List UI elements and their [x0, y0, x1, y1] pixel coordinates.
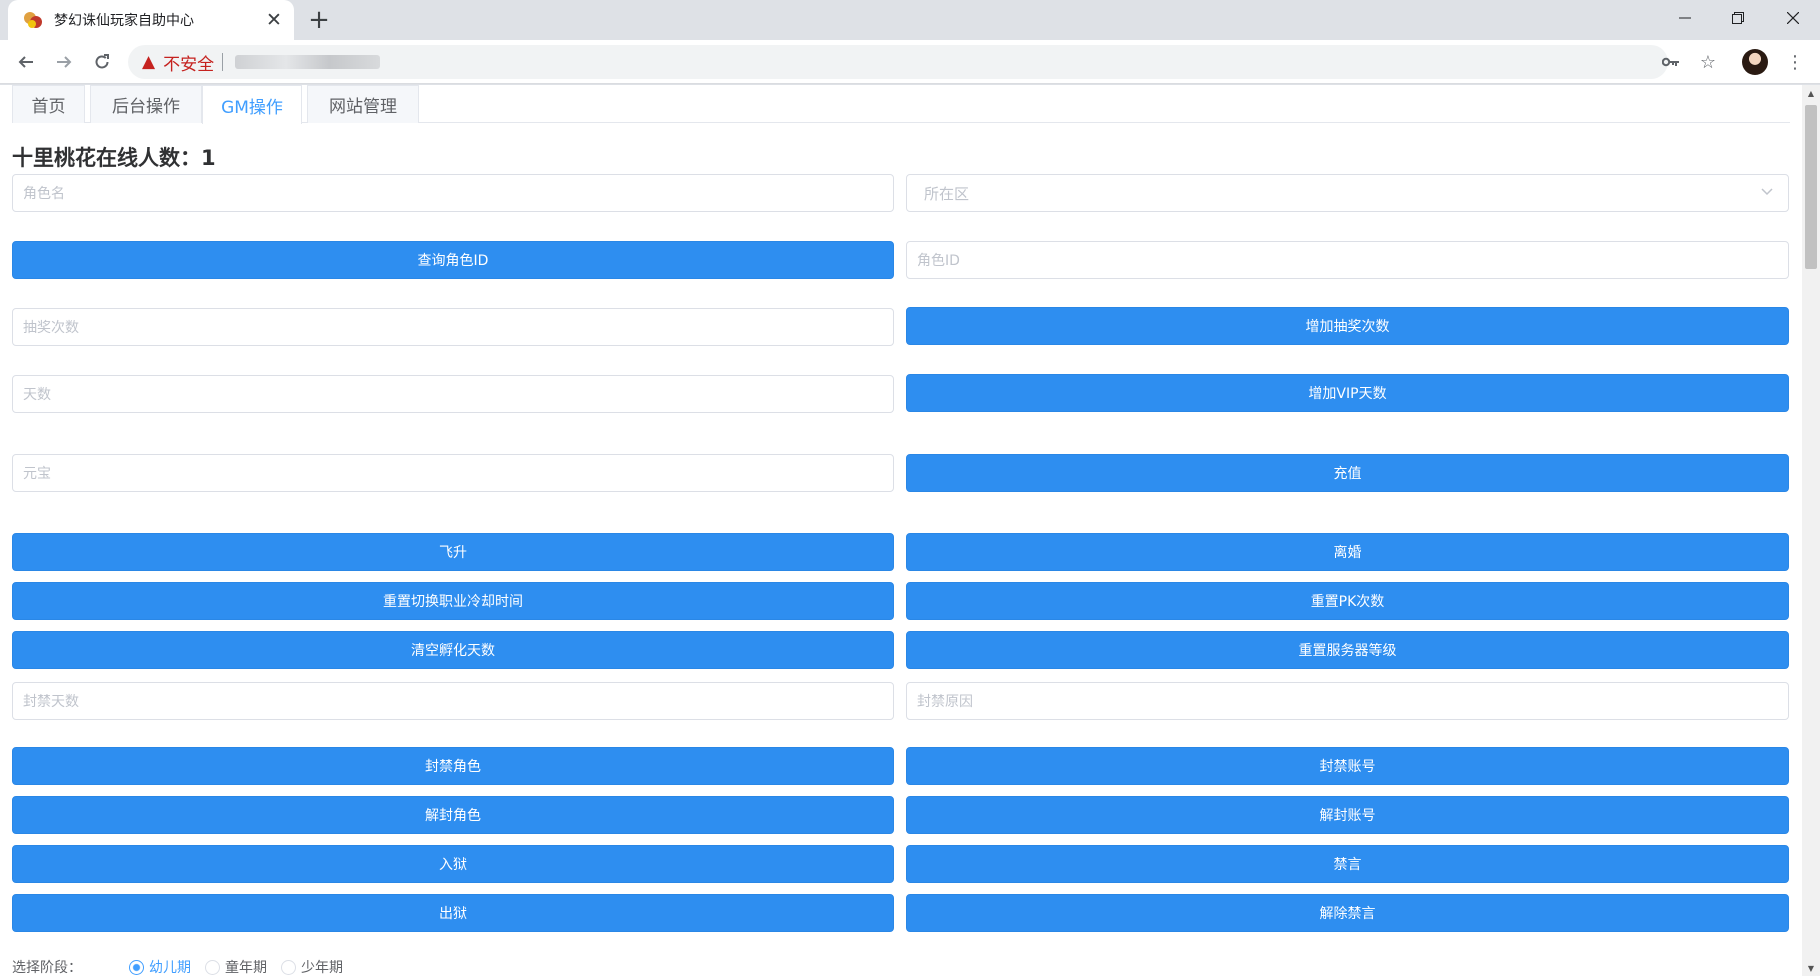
blurred-url: [235, 55, 381, 69]
page-content: 首页 后台操作 GM操作 网站管理 十里桃花在线人数：1 角色名 所在区 查询角…: [0, 85, 1802, 976]
ascend-button[interactable]: 飞升: [12, 533, 894, 571]
radio-checked-icon[interactable]: [129, 959, 144, 975]
region-placeholder: 所在区: [924, 184, 970, 203]
new-tab-icon[interactable]: +: [304, 5, 334, 35]
unban-account-button[interactable]: 解封账号: [906, 796, 1789, 834]
stage-selector: 选择阶段： 幼儿期 童年期 少年期: [12, 957, 357, 976]
restore-icon[interactable]: [1713, 0, 1763, 36]
scroll-down-icon[interactable]: ▼: [1802, 960, 1820, 976]
unban-role-button[interactable]: 解封角色: [12, 796, 894, 834]
tab-site-management[interactable]: 网站管理: [307, 85, 419, 123]
recharge-button[interactable]: 充值: [906, 454, 1789, 492]
tab-close-icon[interactable]: ✕: [260, 6, 288, 34]
chevron-down-icon: [1760, 184, 1774, 202]
reload-icon[interactable]: [86, 46, 118, 78]
lottery-count-input[interactable]: 抽奖次数: [12, 308, 894, 346]
unmute-button[interactable]: 解除禁言: [906, 894, 1789, 932]
bookmark-star-icon[interactable]: ☆: [1695, 49, 1721, 75]
release-button[interactable]: 出狱: [12, 894, 894, 932]
browser-titlebar: 梦幻诛仙玩家自助中心 ✕ +: [0, 0, 1820, 40]
key-icon[interactable]: [1658, 49, 1684, 75]
security-label: 不安全: [163, 54, 215, 75]
reset-pk-button[interactable]: 重置PK次数: [906, 582, 1789, 620]
site-favicon-icon: [24, 12, 42, 28]
ban-days-input[interactable]: 封禁天数: [12, 682, 894, 720]
back-icon[interactable]: [10, 46, 42, 78]
main-tabs: 首页 后台操作 GM操作 网站管理: [12, 85, 1790, 124]
close-window-icon[interactable]: [1768, 0, 1818, 36]
warning-icon: ▲: [142, 52, 156, 72]
clear-hatch-days-button[interactable]: 清空孵化天数: [12, 631, 894, 669]
browser-toolbar: ▲ 不安全 ☆ ⋮: [0, 40, 1820, 84]
browser-tab[interactable]: 梦幻诛仙玩家自助中心 ✕: [8, 0, 294, 40]
jail-button[interactable]: 入狱: [12, 845, 894, 883]
stage-option-youth[interactable]: 少年期: [281, 957, 343, 976]
query-role-id-button[interactable]: 查询角色ID: [12, 241, 894, 279]
tab-gm-ops[interactable]: GM操作: [202, 85, 302, 124]
stage-option-infant[interactable]: 幼儿期: [129, 957, 191, 976]
ban-account-button[interactable]: 封禁账号: [906, 747, 1789, 785]
divorce-button[interactable]: 离婚: [906, 533, 1789, 571]
page-title: 十里桃花在线人数：1: [12, 146, 216, 170]
role-name-input[interactable]: 角色名: [12, 174, 894, 212]
stage-label: 选择阶段：: [12, 960, 82, 976]
add-vip-days-button[interactable]: 增加VIP天数: [906, 374, 1789, 412]
add-lottery-button[interactable]: 增加抽奖次数: [906, 307, 1789, 345]
address-bar[interactable]: ▲ 不安全: [128, 45, 1668, 79]
scrollbar-thumb[interactable]: [1805, 105, 1817, 269]
tab-home[interactable]: 首页: [12, 85, 85, 123]
minimize-icon[interactable]: [1660, 0, 1710, 36]
reset-job-cooldown-button[interactable]: 重置切换职业冷却时间: [12, 582, 894, 620]
scroll-up-icon[interactable]: ▲: [1802, 85, 1820, 101]
reset-server-level-button[interactable]: 重置服务器等级: [906, 631, 1789, 669]
tab-backend-ops[interactable]: 后台操作: [90, 85, 202, 123]
ban-reason-input[interactable]: 封禁原因: [906, 682, 1789, 720]
tab-title: 梦幻诛仙玩家自助中心: [54, 13, 194, 29]
forward-icon[interactable]: [48, 46, 80, 78]
radio-unchecked-icon[interactable]: [281, 959, 296, 975]
days-input[interactable]: 天数: [12, 375, 894, 413]
radio-unchecked-icon[interactable]: [205, 959, 220, 975]
profile-avatar[interactable]: [1742, 49, 1768, 75]
address-separator: [222, 53, 224, 71]
mute-button[interactable]: 禁言: [906, 845, 1789, 883]
ban-role-button[interactable]: 封禁角色: [12, 747, 894, 785]
region-select[interactable]: 所在区: [906, 174, 1789, 212]
page-scrollbar[interactable]: ▲ ▼: [1802, 85, 1820, 976]
yuanbao-input[interactable]: 元宝: [12, 454, 894, 492]
stage-option-child[interactable]: 童年期: [205, 957, 267, 976]
browser-menu-icon[interactable]: ⋮: [1782, 49, 1808, 75]
role-id-input[interactable]: 角色ID: [906, 241, 1789, 279]
